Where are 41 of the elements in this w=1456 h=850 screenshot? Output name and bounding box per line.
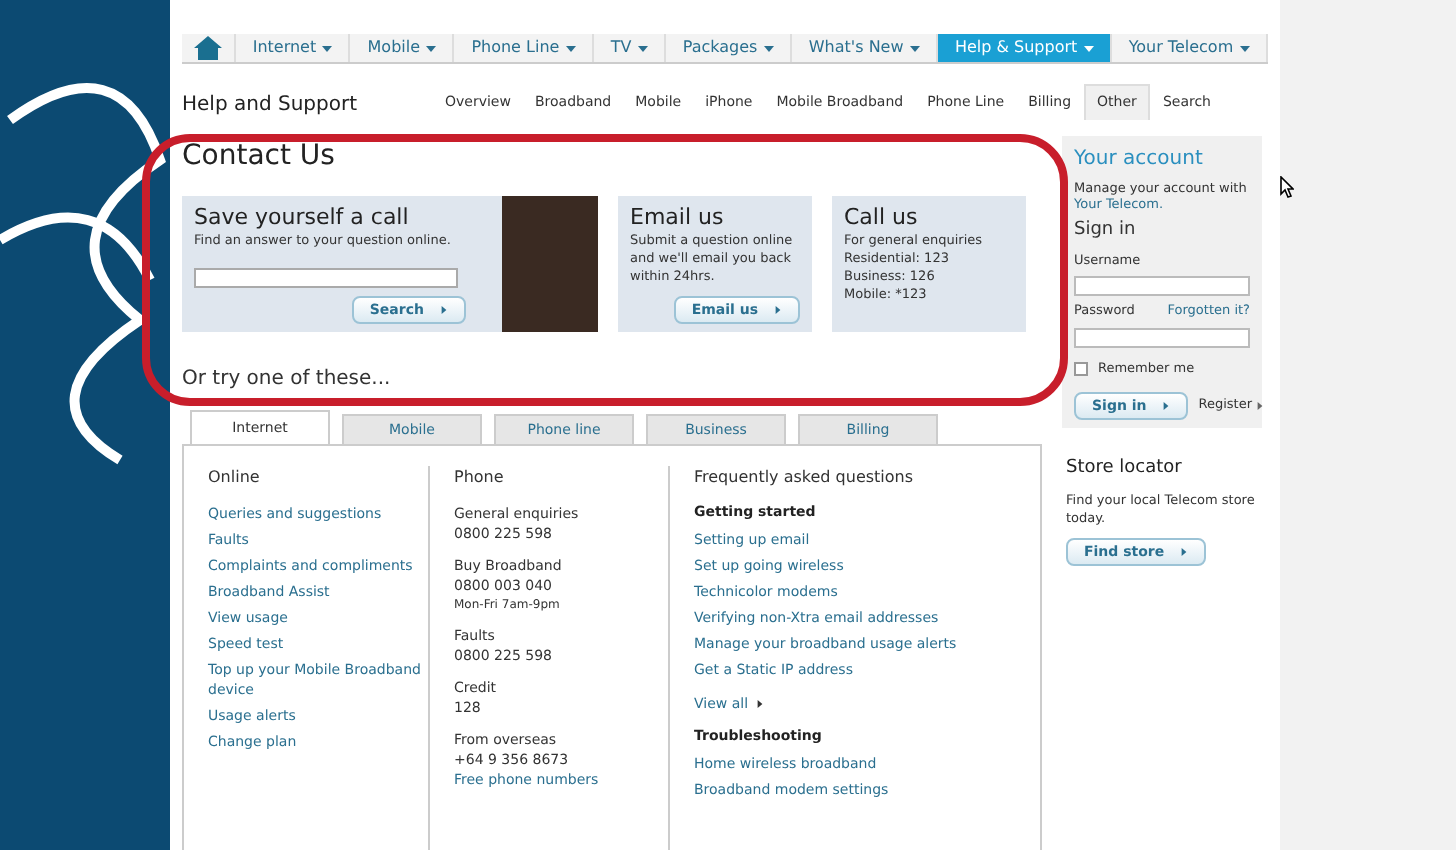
caret-icon [1239,43,1250,53]
nav-tab[interactable]: TV [594,34,667,62]
card-title: Save yourself a call [194,204,411,232]
caret-icon [763,43,774,53]
arrow-icon [1162,402,1171,410]
nav-tab[interactable]: What's New [792,34,939,62]
panel-subtitle: Sign in [1074,218,1138,244]
nav-tab[interactable]: Phone Line [454,34,595,62]
caret-icon [426,43,437,53]
page-title: Help and Support [182,92,357,120]
card-title: Email us [630,204,726,232]
column-heading: Online [208,466,262,490]
nav-tab[interactable]: Help & Support [938,34,1112,62]
username-field[interactable] [1074,276,1250,297]
caret-icon [909,43,920,53]
column-heading: Phone [454,466,506,490]
panel-title: Your account [1074,146,1205,174]
section-title: Contact Us [182,138,335,176]
arrow-icon [1180,548,1189,556]
nav-tab[interactable]: Mobile [350,34,455,62]
arrow-icon [756,699,765,708]
caret-icon [637,43,648,53]
column-heading: Frequently asked questions [694,466,916,490]
nav-tab[interactable]: Packages [666,34,793,62]
password-field[interactable] [1074,328,1250,348]
panel-title: Store locator [1064,456,1184,483]
nav-tab[interactable]: Your Telecom [1111,34,1268,62]
photo-placeholder [502,196,598,332]
caret-icon [565,43,576,53]
card-title: Call us [844,204,920,232]
search-field[interactable] [194,267,458,287]
caret-icon [1083,43,1094,53]
arrow-icon [440,305,448,314]
home-icon [192,34,224,62]
section-heading: Or try one of these... [182,366,393,394]
arrow-icon [1256,402,1265,410]
caret-icon [322,43,333,53]
nav-tab[interactable]: Internet [236,34,351,62]
home-button[interactable] [182,34,236,62]
arrow-icon [774,305,782,314]
checkbox[interactable] [1074,362,1088,377]
